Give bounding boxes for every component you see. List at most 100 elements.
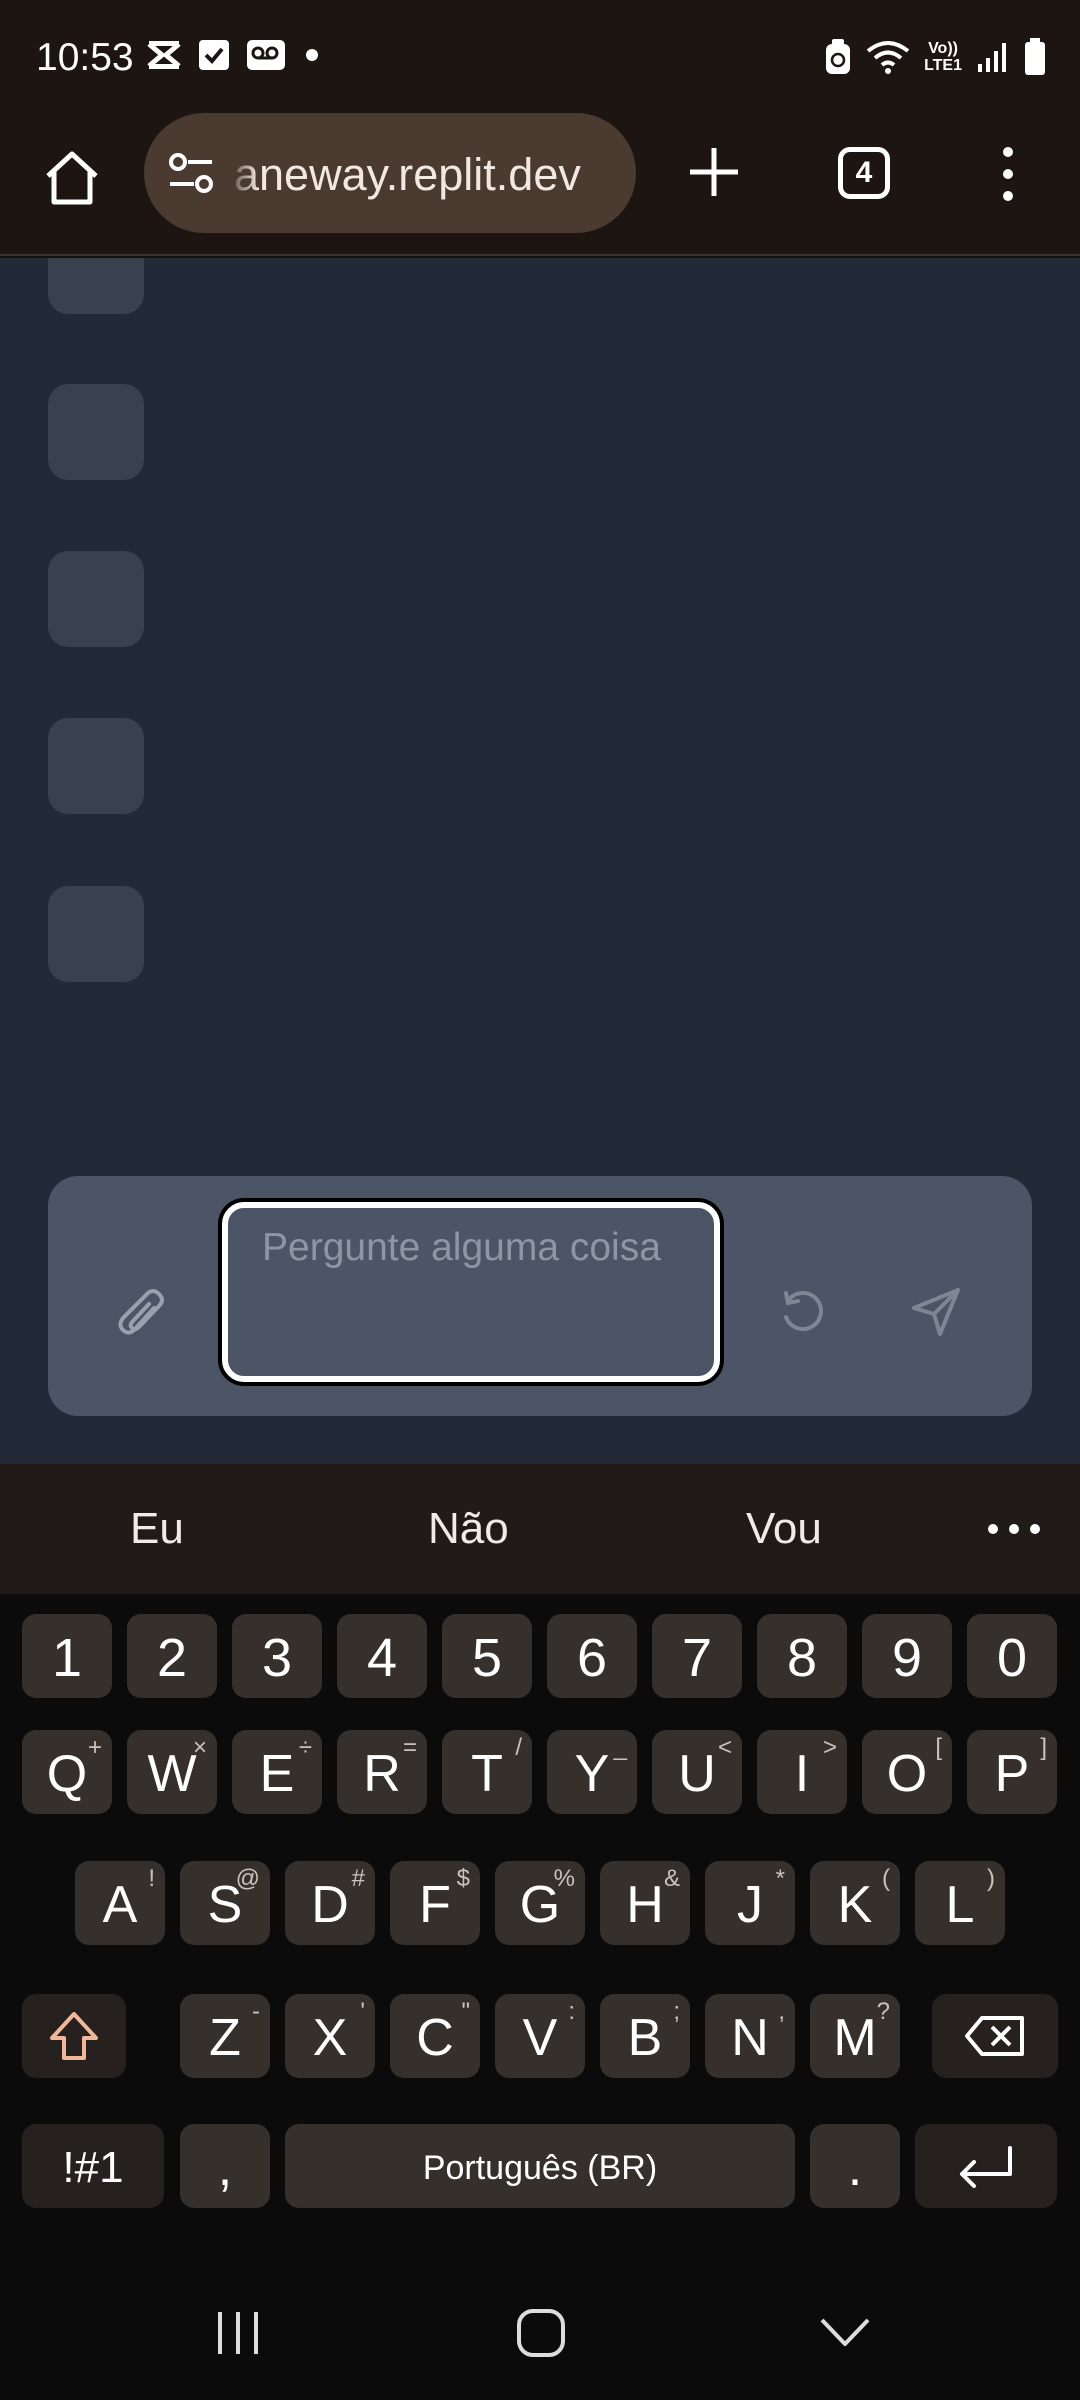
- status-time: 10:53: [36, 36, 134, 79]
- chat-message-input[interactable]: [222, 1202, 720, 1382]
- capcut-icon: [147, 41, 181, 69]
- keyboard: 1 2 3 4 5 6 7 8 9 0 Q + W × E ÷ R = T / Y _ U <…: [0, 1594, 1080, 2244]
- key-label: F: [419, 1876, 451, 1934]
- key-n[interactable]: N,: [705, 1994, 795, 2078]
- status-bar: 10:53 Vo)) LTE1: [0, 0, 1080, 116]
- key-label: O: [886, 1745, 928, 1803]
- key-0[interactable]: 0: [967, 1614, 1057, 1698]
- key-label: W: [147, 1745, 197, 1803]
- key-h[interactable]: H &: [600, 1861, 690, 1945]
- key-r[interactable]: R =: [337, 1730, 427, 1814]
- key-9[interactable]: 9: [862, 1614, 952, 1698]
- key-u[interactable]: U <: [652, 1730, 742, 1814]
- space-key[interactable]: Português (BR): [285, 2124, 795, 2208]
- key-8[interactable]: 8: [757, 1614, 847, 1698]
- key-alt: -: [252, 1998, 260, 2025]
- key-alt: ?: [876, 1998, 890, 2025]
- key-alt: ): [987, 1865, 995, 1892]
- key-alt: @: [235, 1865, 260, 1892]
- key-v[interactable]: V:: [495, 1994, 585, 2078]
- symbols-key[interactable]: !#1: [22, 2124, 164, 2208]
- key-label: A: [102, 1876, 138, 1934]
- key-alt: $: [456, 1865, 470, 1892]
- key-alt: *: [775, 1865, 785, 1892]
- url-text[interactable]: aneway.replit.dev: [234, 149, 624, 201]
- system-nav-bar: [0, 2244, 1080, 2400]
- key-p[interactable]: P]: [967, 1730, 1057, 1814]
- key-7[interactable]: 7: [652, 1614, 742, 1698]
- enter-key[interactable]: [915, 2124, 1057, 2208]
- back-icon[interactable]: [818, 2316, 872, 2348]
- key-alt: ]: [1040, 1734, 1047, 1761]
- more-suggestions-icon[interactable]: [986, 1522, 1042, 1536]
- key-j[interactable]: J *: [705, 1861, 795, 1945]
- key-4[interactable]: 4: [337, 1614, 427, 1698]
- key-alt: ÷: [298, 1734, 312, 1761]
- more-options-icon[interactable]: [996, 146, 1020, 202]
- backspace-key[interactable]: [932, 1994, 1058, 2078]
- site-settings-icon[interactable]: [166, 150, 216, 196]
- key-alt: >: [822, 1734, 837, 1761]
- key-alt: +: [87, 1734, 102, 1761]
- key-l[interactable]: L): [915, 1861, 1005, 1945]
- key-alt: ': [360, 1998, 365, 2025]
- key-label: U: [678, 1745, 716, 1803]
- key-1[interactable]: 1: [22, 1614, 112, 1698]
- key-g[interactable]: G%: [495, 1861, 585, 1945]
- key-m[interactable]: M?: [810, 1994, 900, 2078]
- key-label: B: [627, 2009, 663, 2067]
- comma-key[interactable]: ,: [180, 2124, 270, 2208]
- suggestion-item[interactable]: Eu: [130, 1504, 184, 1554]
- key-d[interactable]: D #: [285, 1861, 375, 1945]
- home-icon[interactable]: [40, 146, 104, 210]
- period-key[interactable]: .: [810, 2124, 900, 2208]
- key-label: I: [794, 1745, 810, 1803]
- key-z[interactable]: Z-: [180, 1994, 270, 2078]
- shift-key[interactable]: [22, 1994, 126, 2078]
- home-icon[interactable]: [516, 2308, 566, 2358]
- key-o[interactable]: O[: [862, 1730, 952, 1814]
- key-w[interactable]: W ×: [127, 1730, 217, 1814]
- key-label: L: [945, 1876, 975, 1934]
- key-label: Q: [46, 1745, 88, 1803]
- key-label: M: [833, 2009, 877, 2067]
- key-label: E: [259, 1745, 295, 1803]
- key-t[interactable]: T /: [442, 1730, 532, 1814]
- volte-label-bottom: LTE1: [924, 57, 962, 74]
- key-x[interactable]: X ': [285, 1994, 375, 2078]
- key-alt: &: [663, 1865, 680, 1892]
- key-5[interactable]: 5: [442, 1614, 532, 1698]
- key-label: V: [522, 2009, 558, 2067]
- suggestion-item[interactable]: Não: [428, 1504, 509, 1554]
- key-q[interactable]: Q +: [22, 1730, 112, 1814]
- recents-icon[interactable]: [214, 2310, 262, 2356]
- sidebar-placeholder-item: [48, 551, 144, 647]
- wifi-icon: [866, 41, 910, 74]
- attach-icon[interactable]: [116, 1286, 168, 1342]
- key-y[interactable]: Y _: [547, 1730, 637, 1814]
- key-6[interactable]: 6: [547, 1614, 637, 1698]
- status-right-icons: Vo)) LTE1: [824, 38, 1046, 76]
- key-f[interactable]: F $: [390, 1861, 480, 1945]
- key-i[interactable]: I >: [757, 1730, 847, 1814]
- send-icon[interactable]: [910, 1286, 962, 1338]
- key-k[interactable]: K(: [810, 1861, 900, 1945]
- chat-input-panel: [48, 1176, 1032, 1416]
- backspace-icon: [965, 2016, 1024, 2056]
- key-label: H: [626, 1876, 664, 1934]
- key-3[interactable]: 3: [232, 1614, 322, 1698]
- battery-icon: [1025, 38, 1045, 75]
- key-s[interactable]: S @: [180, 1861, 270, 1945]
- key-b[interactable]: B;: [600, 1994, 690, 2078]
- key-c[interactable]: C ": [390, 1994, 480, 2078]
- key-alt: /: [515, 1734, 522, 1761]
- key-a[interactable]: A!: [75, 1861, 165, 1945]
- key-2[interactable]: 2: [127, 1614, 217, 1698]
- new-tab-icon[interactable]: [688, 146, 740, 198]
- key-e[interactable]: E ÷: [232, 1730, 322, 1814]
- address-bar[interactable]: aneway.replit.dev: [144, 113, 636, 233]
- refresh-icon[interactable]: [778, 1289, 828, 1339]
- tab-switcher-button[interactable]: 4: [838, 147, 890, 199]
- alarm-icon: [826, 39, 851, 74]
- suggestion-item[interactable]: Vou: [746, 1504, 822, 1554]
